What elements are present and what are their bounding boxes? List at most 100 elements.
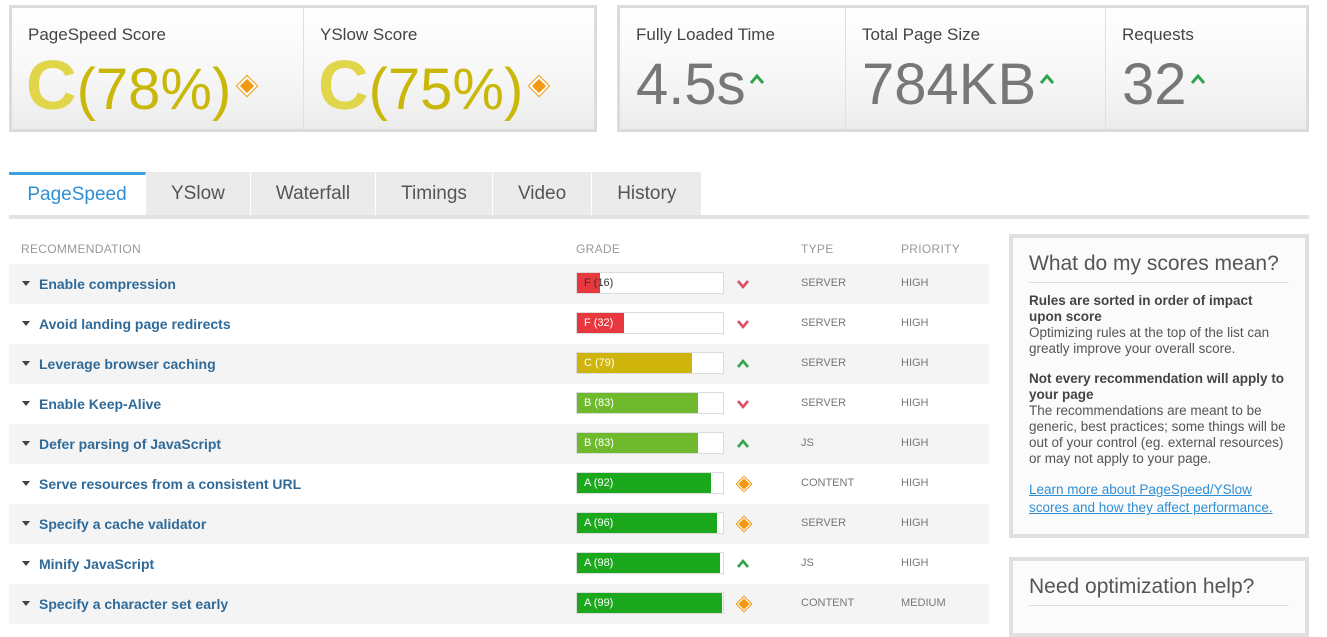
priority-cell: HIGH	[901, 317, 929, 329]
table-row[interactable]: Defer parsing of JavaScript B (83) JS HIGH	[9, 424, 989, 464]
recommendation-name[interactable]: Enable Keep-Alive	[39, 396, 161, 412]
pagespeed-score-percent: (78%)	[76, 57, 232, 122]
scores-help-paragraph: Not every recommendation will apply to y…	[1029, 371, 1289, 467]
recommendations-table: RECOMMENDATION GRADE TYPE PRIORITY Enabl…	[9, 236, 989, 624]
priority-cell: HIGH	[901, 437, 929, 449]
tab-underline	[9, 215, 1309, 219]
priority-cell: HIGH	[901, 517, 929, 529]
recommendation-name[interactable]: Leverage browser caching	[39, 356, 216, 372]
trend-up-icon	[1190, 73, 1205, 84]
recommendation-name[interactable]: Serve resources from a consistent URL	[39, 476, 301, 492]
grade-bar: F (32)	[576, 312, 724, 334]
scores-help-text: The recommendations are meant to be gene…	[1029, 403, 1286, 466]
metric-label: Total Page Size	[862, 25, 981, 44]
recommendation-name[interactable]: Enable compression	[39, 276, 176, 292]
tab-yslow[interactable]: YSlow	[146, 172, 251, 216]
trend-down-icon	[737, 400, 749, 410]
yslow-score-label: YSlow Score	[320, 25, 418, 44]
optimization-help-box: Need optimization help?	[1009, 557, 1309, 637]
column-header-recommendation: RECOMMENDATION	[21, 242, 141, 256]
grade-label: F (16)	[584, 277, 614, 289]
expand-caret-icon[interactable]	[22, 481, 30, 486]
grade-bar: A (98)	[576, 552, 724, 574]
no-change-icon	[736, 476, 752, 492]
metric-value: 32	[1122, 50, 1206, 120]
type-cell: JS	[801, 557, 814, 569]
column-header-type: TYPE	[801, 242, 834, 256]
requests-value: 32	[1122, 52, 1187, 117]
recommendation-name[interactable]: Specify a character set early	[39, 596, 228, 612]
type-cell: SERVER	[801, 357, 847, 369]
expand-caret-icon[interactable]	[22, 361, 30, 366]
learn-more-link[interactable]: Learn more about PageSpeed/YSlow scores …	[1029, 482, 1273, 515]
table-row[interactable]: Leverage browser caching C (79) SERVER HIGH	[9, 344, 989, 384]
trend-up-icon	[1040, 73, 1055, 84]
type-cell: SERVER	[801, 277, 847, 289]
grade-label: A (92)	[584, 477, 614, 489]
expand-caret-icon[interactable]	[22, 521, 30, 526]
recommendation-name[interactable]: Specify a cache validator	[39, 516, 206, 532]
metric-value: 4.5s	[636, 50, 765, 120]
grade-bar: A (92)	[576, 472, 724, 494]
recommendation-name[interactable]: Defer parsing of JavaScript	[39, 436, 221, 452]
metric-label: Fully Loaded Time	[636, 25, 775, 44]
table-row[interactable]: Enable compression F (16) SERVER HIGH	[9, 264, 989, 304]
table-row[interactable]: Specify a cache validator A (96) SERVER HIG…	[9, 504, 989, 544]
grade-bar: C (79)	[576, 352, 724, 374]
no-change-icon	[237, 75, 258, 96]
tab-history[interactable]: History	[592, 172, 703, 216]
fully-loaded-time-value: 4.5s	[636, 52, 746, 117]
grade-label: F (32)	[584, 317, 614, 329]
pagespeed-score-value: C(78%)	[26, 50, 258, 125]
grade-bar: B (83)	[576, 432, 724, 454]
trend-up-icon	[749, 73, 764, 84]
yslow-score-value: C(75%)	[318, 50, 550, 125]
tab-pagespeed[interactable]: PageSpeed	[9, 172, 146, 216]
no-change-icon	[736, 516, 752, 532]
tab-video[interactable]: Video	[492, 172, 593, 216]
no-change-icon	[736, 596, 752, 612]
column-header-grade: GRADE	[576, 242, 621, 256]
fully-loaded-time: Fully Loaded Time 4.5s	[620, 8, 846, 129]
page-details-panel: Fully Loaded Time 4.5s Total Page Size 7…	[617, 5, 1309, 132]
total-page-size: Total Page Size 784KB	[846, 8, 1106, 129]
table-row[interactable]: Avoid landing page redirects F (32) SERVER…	[9, 304, 989, 344]
grade-bar: B (83)	[576, 392, 724, 414]
table-row[interactable]: Specify a character set early A (99) CONTE…	[9, 584, 989, 624]
grade-bar: A (99)	[576, 592, 724, 614]
scores-help-title: What do my scores mean?	[1029, 252, 1289, 283]
scores-help-box: What do my scores mean? Rules are sorted…	[1009, 234, 1309, 538]
type-cell: JS	[801, 437, 814, 449]
table-row[interactable]: Enable Keep-Alive B (83) SERVER HIGH	[9, 384, 989, 424]
grade-label: B (83)	[584, 397, 614, 409]
grade-bar: A (96)	[576, 512, 724, 534]
expand-caret-icon[interactable]	[22, 601, 30, 606]
table-body: Enable compression F (16) SERVER HIGH Avoid …	[9, 264, 989, 624]
type-cell: SERVER	[801, 317, 847, 329]
yslow-score: YSlow Score C(75%)	[304, 8, 594, 129]
recommendation-name[interactable]: Minify JavaScript	[39, 556, 154, 572]
priority-cell: HIGH	[901, 357, 929, 369]
priority-cell: HIGH	[901, 277, 929, 289]
trend-down-icon	[737, 280, 749, 290]
recommendation-name[interactable]: Avoid landing page redirects	[39, 316, 231, 332]
expand-caret-icon[interactable]	[22, 321, 30, 326]
priority-cell: HIGH	[901, 557, 929, 569]
tab-timings[interactable]: Timings	[376, 172, 493, 216]
scores-help-heading: Rules are sorted in order of impact upon…	[1029, 293, 1253, 324]
expand-caret-icon[interactable]	[22, 281, 30, 286]
table-row[interactable]: Serve resources from a consistent URL A (…	[9, 464, 989, 504]
tab-waterfall[interactable]: Waterfall	[250, 172, 377, 216]
total-page-size-value: 784KB	[862, 52, 1037, 117]
grade-bar: F (16)	[576, 272, 724, 294]
priority-cell: MEDIUM	[901, 597, 946, 609]
column-header-priority: PRIORITY	[901, 242, 961, 256]
priority-cell: HIGH	[901, 477, 929, 489]
grade-label: A (98)	[584, 557, 614, 569]
table-row[interactable]: Minify JavaScript A (98) JS HIGH	[9, 544, 989, 584]
trend-up-icon	[737, 438, 749, 448]
expand-caret-icon[interactable]	[22, 441, 30, 446]
expand-caret-icon[interactable]	[22, 401, 30, 406]
scores-help-text: Optimizing rules at the top of the list …	[1029, 325, 1270, 356]
expand-caret-icon[interactable]	[22, 561, 30, 566]
